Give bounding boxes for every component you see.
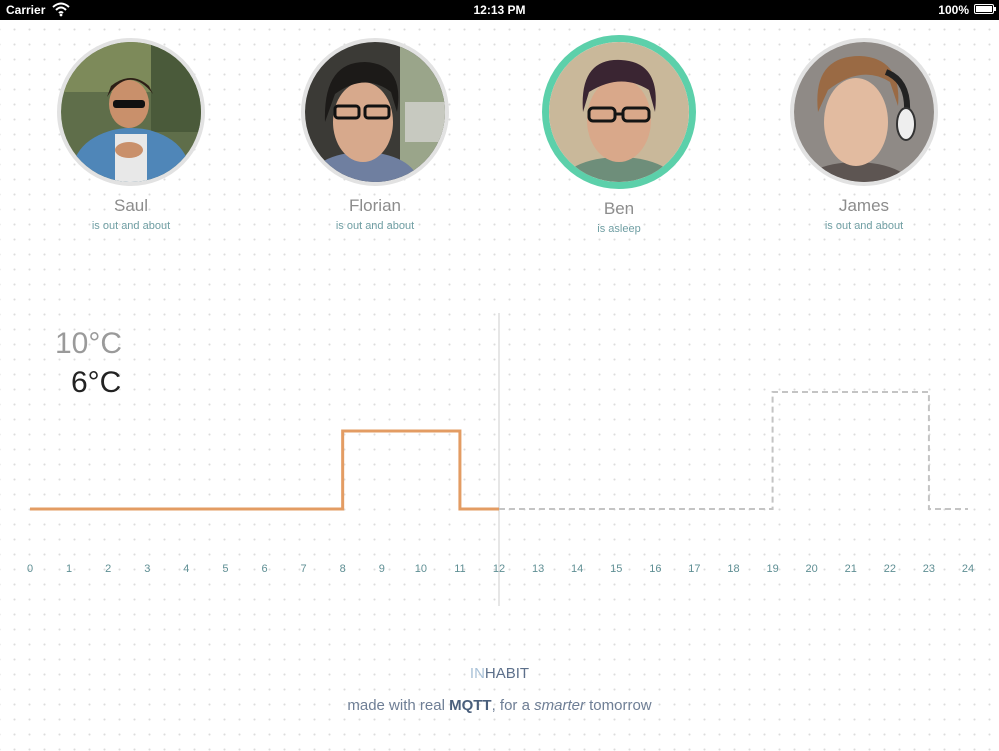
tagline-smarter: smarter (534, 697, 585, 714)
x-tick-label: 22 (884, 563, 896, 575)
x-tick-label: 10 (415, 563, 427, 575)
tagline: made with real MQTT, for a smarter tomor… (0, 697, 999, 714)
x-tick-label: 21 (845, 563, 857, 575)
x-tick-label: 4 (183, 563, 189, 575)
x-tick-label: 0 (27, 563, 33, 575)
x-tick-label: 23 (923, 563, 935, 575)
brand-logo: INHABIT (0, 665, 999, 682)
x-tick-label: 13 (532, 563, 544, 575)
tagline-text: , for a (491, 697, 535, 714)
x-tick-label: 18 (727, 563, 739, 575)
x-tick-label: 15 (610, 563, 622, 575)
tagline-text: tomorrow (584, 697, 652, 714)
x-tick-label: 11 (454, 563, 465, 575)
x-tick-label: 1 (66, 563, 72, 575)
x-tick-label: 5 (222, 563, 228, 575)
battery-icon (974, 4, 996, 14)
x-tick-label: 3 (144, 563, 150, 575)
brand-habit: HABIT (484, 665, 530, 682)
tagline-text: made with real (347, 697, 450, 714)
battery-percentage: 100% (938, 3, 969, 17)
x-tick-label: 12 (493, 563, 505, 575)
heating-history-line (30, 429, 499, 511)
x-tick-label: 8 (340, 563, 346, 575)
tagline-mqtt: MQTT (449, 697, 492, 714)
status-bar: Carrier 12:13 PM 100% (0, 0, 999, 20)
heating-schedule-chart: 0 1 2 3 4 5 6 7 8 9 10 11 12 13 14 15 16 17 18 19 20 21 22 23 24 (27, 313, 974, 606)
scheduled-heating-line (499, 391, 968, 510)
x-tick-label: 2 (105, 563, 111, 575)
main-content: Saul is out and about Florian is out and… (0, 20, 999, 751)
x-tick-label: 17 (688, 563, 700, 575)
x-tick-label: 6 (261, 563, 267, 575)
x-tick-label: 7 (301, 563, 307, 575)
x-tick-label: 20 (806, 563, 818, 575)
x-tick-label: 24 (962, 563, 974, 575)
clock: 12:13 PM (473, 3, 526, 17)
x-tick-label: 16 (649, 563, 661, 575)
x-tick-label: 14 (571, 563, 583, 575)
x-tick-label: 9 (379, 563, 385, 575)
brand-in: IN (469, 665, 485, 682)
x-tick-label: 19 (766, 563, 778, 575)
